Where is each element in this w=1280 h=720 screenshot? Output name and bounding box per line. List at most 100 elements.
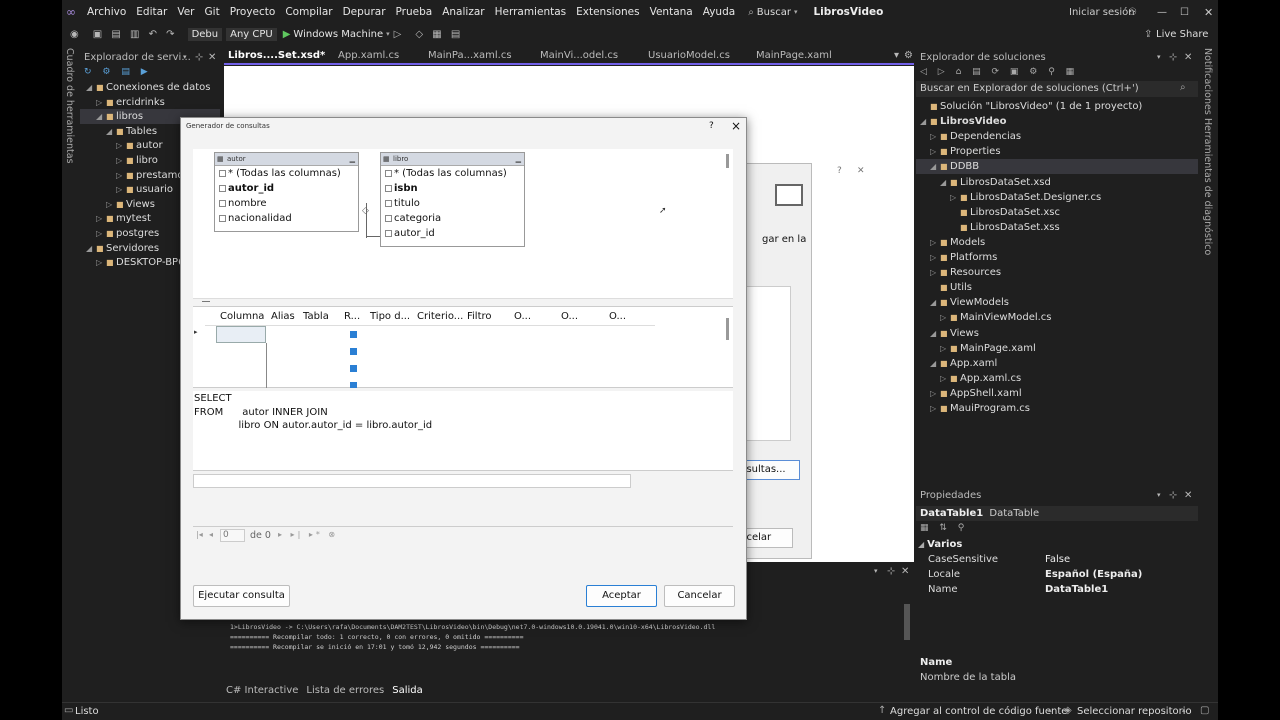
chevron-up-icon[interactable]: ▴ xyxy=(1048,706,1052,714)
chevron-down-icon[interactable]: ▾ xyxy=(1157,491,1161,499)
column-checkbox[interactable] xyxy=(385,229,392,237)
grid-header[interactable]: Alias xyxy=(271,311,295,322)
column-row[interactable]: nacionalidad xyxy=(215,211,358,226)
table-header[interactable]: ▦ libro ▁ xyxy=(381,153,524,166)
tree-item[interactable]: ■ LibrosDataSet.xsc xyxy=(916,205,1198,220)
help-icon[interactable]: ? xyxy=(837,166,842,176)
pin-icon[interactable]: ⊹ xyxy=(887,566,895,577)
toolbox-tab[interactable]: Cuadro de herramientas xyxy=(64,48,75,164)
search-icon[interactable]: ⌕ xyxy=(1180,82,1186,93)
expand-arrow-icon[interactable]: ◢ xyxy=(940,175,950,190)
tree-item[interactable]: ◢ ■ ViewModels xyxy=(916,295,1198,310)
tree-item[interactable]: ▷ ■ Properties xyxy=(916,144,1198,159)
menu-item-depurar[interactable]: Depurar xyxy=(338,6,391,18)
expand-arrow-icon[interactable]: ▷ xyxy=(106,197,116,212)
grid-header[interactable]: O... xyxy=(514,311,531,322)
tree-item[interactable]: ▷ ■ LibrosDataSet.Designer.cs xyxy=(916,190,1198,205)
table-autor[interactable]: ▦ autor ▁ * (Todas las columnas) autor_id nom… xyxy=(214,152,359,232)
column-checkbox[interactable] xyxy=(385,169,392,177)
tab-2[interactable]: MainPa...xaml.cs xyxy=(428,48,512,64)
expand-arrow-icon[interactable]: ◢ xyxy=(86,241,96,256)
expand-arrow-icon[interactable]: ▷ xyxy=(930,386,940,401)
property-value[interactable]: DataTable1 xyxy=(1045,582,1108,597)
diagnostics-tab[interactable]: Herramientas de diagnóstico xyxy=(1202,118,1213,255)
property-row[interactable]: Locale Español (España) xyxy=(916,567,1198,582)
column-checkbox[interactable] xyxy=(219,214,226,222)
nav-first-icon[interactable]: |◂ xyxy=(196,530,203,539)
expand-arrow-icon[interactable]: ▷ xyxy=(930,265,940,280)
expand-arrow-icon[interactable]: ▷ xyxy=(116,168,126,183)
grid-header[interactable]: O... xyxy=(561,311,578,322)
add-source-control-button[interactable]: Agregar al control de código fuente xyxy=(890,706,1067,717)
grid-selected-cell[interactable] xyxy=(216,326,266,343)
grid-scrollbar[interactable] xyxy=(726,318,729,340)
close-icon[interactable]: ✕ xyxy=(857,166,865,176)
grid-header[interactable]: Tipo d... xyxy=(370,311,410,322)
tree-item[interactable]: ■ LibrosDataSet.xss xyxy=(916,220,1198,235)
property-value[interactable]: Español (España) xyxy=(1045,567,1142,582)
table-header[interactable]: ▦ autor ▁ xyxy=(215,153,358,166)
expand-arrow-icon[interactable]: ▷ xyxy=(940,371,950,386)
tree-item[interactable]: ◢ ■ LibrosDataSet.xsd xyxy=(916,175,1198,190)
expand-arrow-icon[interactable]: ▷ xyxy=(940,341,950,356)
minimize-icon[interactable]: — xyxy=(1157,7,1167,18)
nav-page-input[interactable]: 0 xyxy=(220,529,245,542)
expand-arrow-icon[interactable]: ◢ xyxy=(86,80,96,95)
column-row[interactable]: categoria xyxy=(381,211,524,226)
expand-arrow-icon[interactable]: ▷ xyxy=(940,310,950,325)
notifications-tab[interactable]: Notificaciones xyxy=(1202,48,1213,115)
maximize-icon[interactable]: ☐ xyxy=(1180,7,1189,18)
tree-item[interactable]: ▷ ■ Resources xyxy=(916,265,1198,280)
solution-search-input[interactable]: Buscar en Explorador de soluciones (Ctrl… xyxy=(916,81,1198,97)
tab-1[interactable]: App.xaml.cs xyxy=(338,48,399,64)
tab-4[interactable]: UsuarioModel.cs xyxy=(648,48,730,64)
tree-item[interactable]: ◢ ■ Views xyxy=(916,326,1198,341)
settings-icon[interactable]: ⚙ xyxy=(904,50,913,61)
menu-item-herramientas[interactable]: Herramientas xyxy=(490,6,572,18)
grid-header[interactable]: Filtro xyxy=(467,311,492,322)
diagram-scrollbar[interactable] xyxy=(726,154,729,168)
repo-icon[interactable]: ◈ xyxy=(1064,705,1072,716)
bottom-tab-2[interactable]: Salida xyxy=(392,685,423,696)
toolbar-icons-2[interactable]: ◇ ▦ ▤ xyxy=(415,29,463,40)
expand-arrow-icon[interactable]: ▷ xyxy=(96,226,106,241)
expand-arrow-icon[interactable]: ◢ xyxy=(96,109,106,124)
close-icon[interactable]: ✕ xyxy=(901,566,909,577)
tree-item[interactable]: ▷ ■ AppShell.xaml xyxy=(916,386,1198,401)
expand-arrow-icon[interactable]: ▷ xyxy=(116,138,126,153)
chevron-down-icon[interactable]: ▾ xyxy=(1157,53,1161,61)
pin-icon[interactable]: ⊹ xyxy=(195,52,203,63)
tree-item[interactable]: ■ Utils xyxy=(916,280,1198,295)
output-checkbox[interactable] xyxy=(350,331,357,338)
menu-item-git[interactable]: Git xyxy=(200,6,225,18)
close-icon[interactable]: × xyxy=(731,119,741,133)
cancel-button[interactable]: Cancelar xyxy=(664,585,735,607)
expand-arrow-icon[interactable]: ▷ xyxy=(950,190,960,205)
expand-arrow-icon[interactable]: ◢ xyxy=(930,356,940,371)
nav-prev-icon[interactable]: ◂ xyxy=(209,530,213,539)
tree-item[interactable]: ▷ ■ App.xaml.cs xyxy=(916,371,1198,386)
tree-item[interactable]: ◢ ■ Conexiones de datos xyxy=(80,80,220,95)
search-button[interactable]: Buscar xyxy=(754,7,794,18)
tree-item[interactable]: ▷ ■ MauiProgram.cs xyxy=(916,401,1198,416)
menu-item-prueba[interactable]: Prueba xyxy=(391,6,438,18)
nav-back-icon[interactable]: ◉ xyxy=(70,29,79,40)
tree-item[interactable]: ◢ ■ DDBB xyxy=(916,159,1198,175)
column-checkbox[interactable] xyxy=(219,184,226,192)
expand-arrow-icon[interactable]: ▷ xyxy=(930,401,940,416)
run-target-button[interactable]: Windows Machine xyxy=(293,29,383,40)
accept-button[interactable]: Aceptar xyxy=(586,585,657,607)
column-row[interactable]: * (Todas las columnas) xyxy=(381,166,524,181)
expand-arrow-icon[interactable]: ▷ xyxy=(930,144,940,159)
expand-arrow-icon[interactable]: ▷ xyxy=(930,129,940,144)
close-icon[interactable]: ✕ xyxy=(1184,490,1192,501)
minimize-icon[interactable]: ▁ xyxy=(516,153,521,166)
tree-item[interactable]: ▷ ■ Platforms xyxy=(916,250,1198,265)
property-row[interactable]: CaseSensitive False xyxy=(916,552,1198,567)
configuration-select[interactable]: Debu xyxy=(187,27,223,41)
menu-item-ver[interactable]: Ver xyxy=(172,6,199,18)
menu-item-proyecto[interactable]: Proyecto xyxy=(225,6,281,18)
bottom-tab-1[interactable]: Lista de errores xyxy=(306,685,384,696)
expand-arrow-icon[interactable]: ▷ xyxy=(96,255,106,270)
grid-header[interactable]: Criterio... xyxy=(417,311,463,322)
